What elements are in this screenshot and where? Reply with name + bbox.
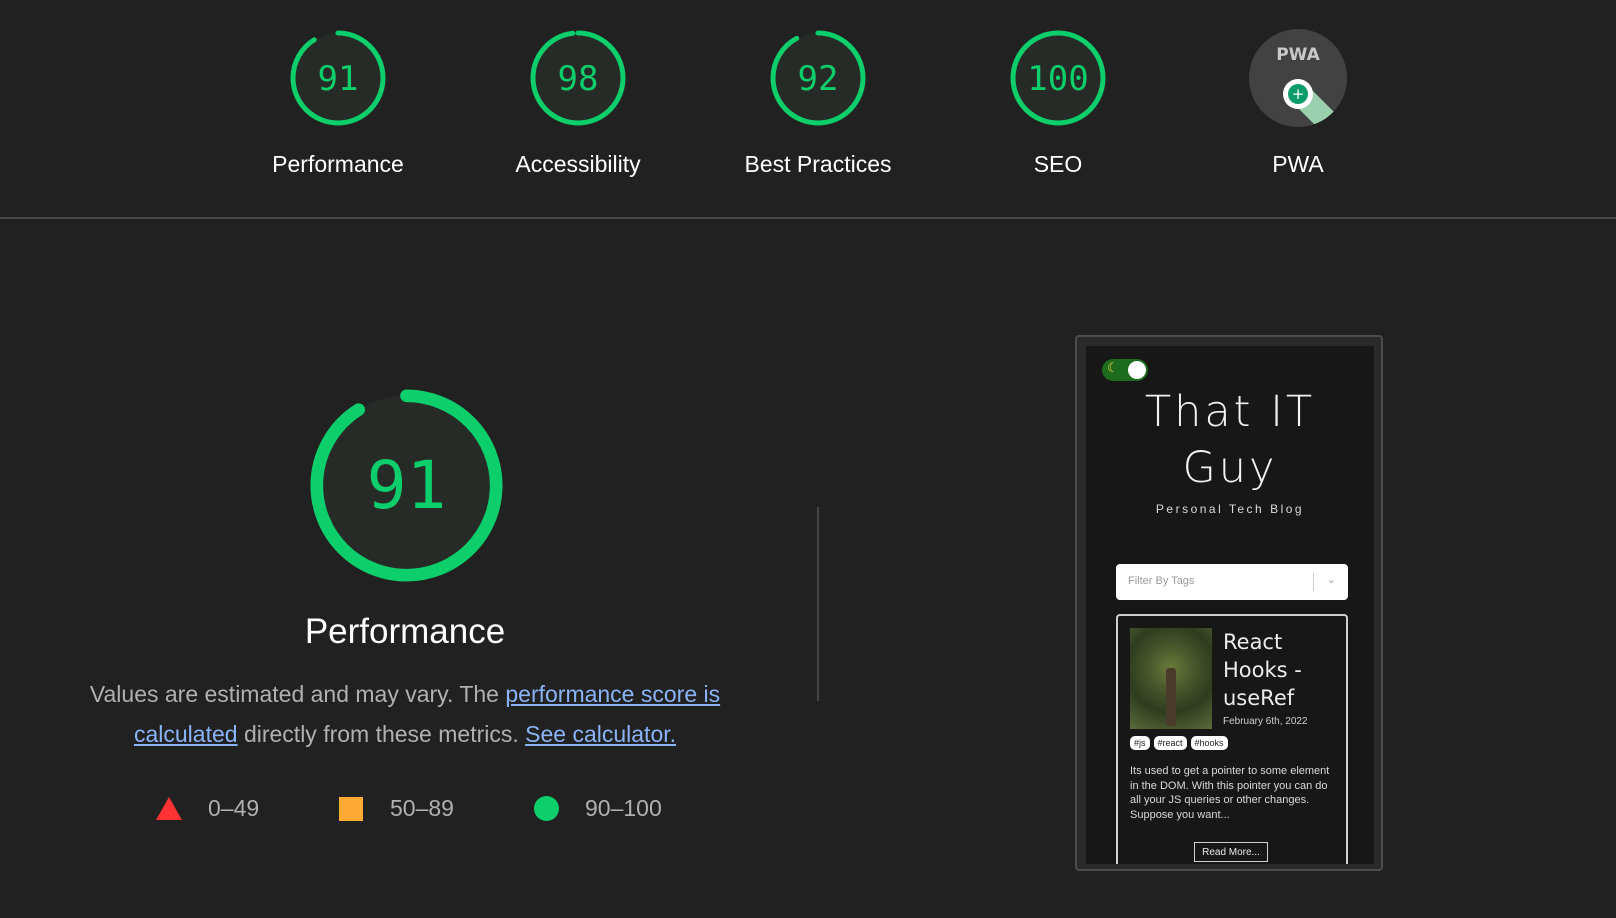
best-practices-score: 92 bbox=[798, 59, 839, 99]
pass-circle-icon bbox=[534, 796, 559, 821]
site-title-line2: Guy bbox=[1182, 443, 1278, 493]
accessibility-gauge-ring: 98 bbox=[530, 30, 626, 126]
tag-hooks: #hooks bbox=[1190, 736, 1228, 750]
toggle-knob bbox=[1128, 361, 1146, 379]
average-square-icon bbox=[339, 796, 363, 821]
site-title-line1: That IT bbox=[1144, 387, 1316, 437]
performance-gauge-ring: 91 bbox=[290, 30, 386, 126]
final-screenshot[interactable]: ☾ That IT Guy Personal Tech Blog Filter … bbox=[1075, 335, 1383, 871]
dark-mode-toggle: ☾ bbox=[1102, 359, 1148, 381]
description-text: Values are estimated and may vary. The bbox=[89, 681, 506, 707]
post-tree-image bbox=[1130, 628, 1212, 729]
header-divider bbox=[0, 217, 1616, 219]
filter-select: Filter By Tags ⌄ bbox=[1116, 564, 1348, 600]
section-title: Performance bbox=[304, 612, 506, 651]
svg-text:+: + bbox=[1292, 85, 1305, 103]
post-tags: #js #react #hooks bbox=[1130, 736, 1228, 750]
pwa-badge-icon: + PWA bbox=[1249, 29, 1347, 127]
best-practices-gauge-ring: 92 bbox=[770, 30, 866, 126]
fail-triangle-icon bbox=[156, 797, 182, 820]
main-performance-gauge: 91 bbox=[310, 389, 503, 582]
filter-placeholder: Filter By Tags bbox=[1128, 575, 1195, 587]
pwa-badge-text: PWA bbox=[1276, 45, 1320, 65]
see-calculator-link[interactable]: See calculator. bbox=[525, 721, 676, 747]
performance-label: Performance bbox=[272, 151, 404, 177]
filter-separator bbox=[1313, 573, 1314, 591]
site-subtitle: Personal Tech Blog bbox=[1155, 502, 1305, 516]
best-practices-label: Best Practices bbox=[744, 151, 892, 177]
performance-score: 91 bbox=[318, 59, 359, 99]
screenshot-page: ☾ That IT Guy Personal Tech Blog Filter … bbox=[1086, 346, 1374, 864]
seo-label: SEO bbox=[1033, 151, 1083, 177]
tag-js: #js bbox=[1130, 736, 1150, 750]
seo-score: 100 bbox=[1027, 59, 1088, 99]
pwa-label: PWA bbox=[1272, 151, 1324, 177]
site-title: That IT Guy bbox=[1086, 384, 1374, 496]
gauge-best-practices[interactable]: 92 Best Practices bbox=[718, 28, 918, 178]
moon-icon: ☾ bbox=[1107, 360, 1119, 375]
legend-fail-range: 0–49 bbox=[208, 795, 260, 821]
section-divider bbox=[817, 507, 819, 701]
main-performance-score: 91 bbox=[367, 446, 447, 524]
legend-pass: 90–100 bbox=[534, 795, 662, 822]
description-text-middle: directly from these metrics. bbox=[237, 721, 526, 747]
chevron-down-icon: ⌄ bbox=[1326, 574, 1336, 586]
post-card: React Hooks - useRef February 6th, 2022 … bbox=[1116, 614, 1348, 864]
legend-average-range: 50–89 bbox=[390, 795, 454, 821]
post-date: February 6th, 2022 bbox=[1223, 716, 1308, 727]
tag-react: #react bbox=[1153, 736, 1187, 750]
accessibility-score: 98 bbox=[558, 59, 599, 99]
gauge-seo[interactable]: 100 SEO bbox=[958, 28, 1158, 178]
category-scores: 91 Performance 98 Accessibility 92 Best … bbox=[0, 0, 1616, 218]
legend-average: 50–89 bbox=[339, 795, 454, 822]
read-more-button: Read More... bbox=[1194, 842, 1268, 862]
gauge-accessibility[interactable]: 98 Accessibility bbox=[478, 28, 678, 178]
accessibility-label: Accessibility bbox=[515, 151, 641, 177]
post-excerpt: Its used to get a pointer to some elemen… bbox=[1130, 765, 1330, 821]
legend-pass-range: 90–100 bbox=[585, 795, 662, 821]
gauge-performance[interactable]: 91 Performance bbox=[238, 28, 438, 178]
seo-gauge-ring: 100 bbox=[1010, 30, 1106, 126]
post-title: React Hooks - useRef bbox=[1223, 630, 1302, 710]
score-description: Values are estimated and may vary. The p… bbox=[60, 674, 750, 754]
gauge-pwa[interactable]: + PWA PWA bbox=[1198, 28, 1398, 178]
legend-fail: 0–49 bbox=[156, 795, 259, 822]
